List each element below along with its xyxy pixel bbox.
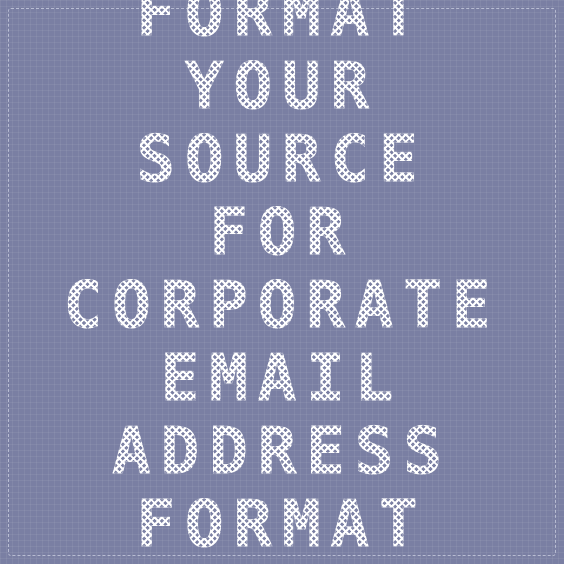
stitch-line-4: FOR (0, 196, 564, 270)
stitch-line-5: CORPORATE (0, 269, 564, 343)
stitch-line-3: SOURCE (0, 123, 564, 197)
stitch-line-7: ADDRESS (0, 415, 564, 489)
stitch-line-1: FORMAT (0, 0, 564, 51)
stitch-line-8: FORMAT (0, 488, 564, 562)
stitch-line-2: YOUR (0, 50, 564, 124)
stitch-line-6: EMAIL (0, 342, 564, 416)
cross-stitch-text-banner: FORMAT YOUR SOURCE FOR CORPORATE EMAIL A… (0, 0, 564, 562)
